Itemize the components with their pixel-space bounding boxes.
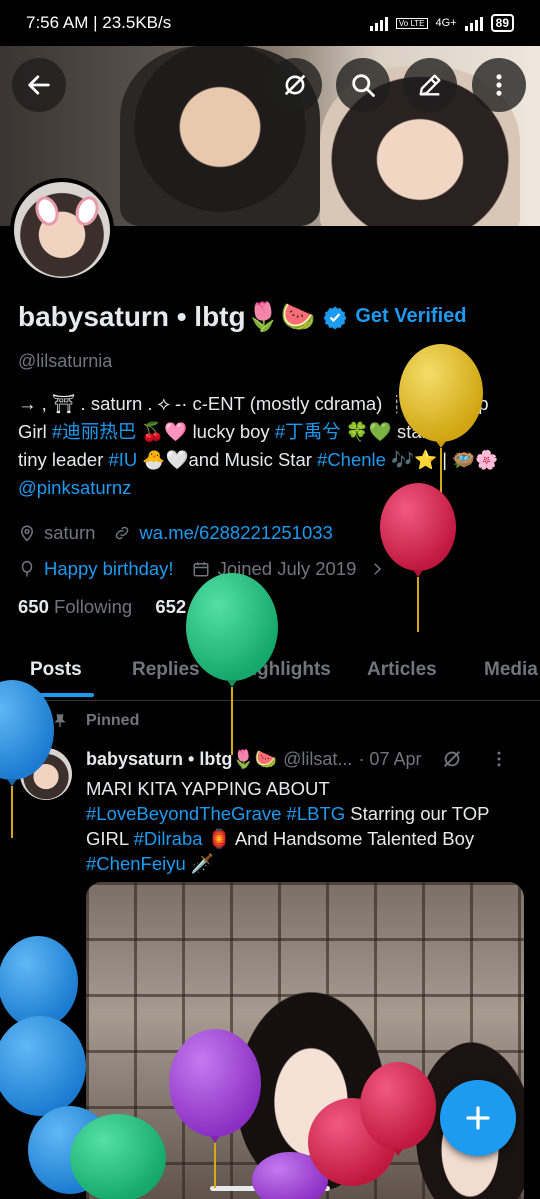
tweet-avatar[interactable] — [20, 748, 72, 800]
grok-button[interactable] — [268, 58, 322, 112]
tab-replies[interactable]: Replies — [132, 659, 200, 681]
pin-icon — [54, 714, 66, 727]
edit-icon — [419, 74, 441, 96]
following-label: Following — [54, 596, 133, 617]
verified-badge-icon[interactable] — [323, 305, 347, 329]
image-person-left — [236, 992, 386, 1192]
tab-articles[interactable]: Articles — [367, 659, 437, 681]
followers-label: Followers — [191, 596, 271, 617]
tweet-date[interactable]: · 07 Apr — [358, 749, 421, 770]
tweet-image[interactable] — [86, 882, 524, 1199]
profile-info: babysaturn • lbtg🌷🍉 Get Verified @lilsat… — [18, 300, 528, 618]
status-time: 7:56 AM | 23.5KB/s — [26, 13, 172, 32]
display-name: babysaturn • lbtg🌷🍉 — [18, 301, 316, 332]
hashtag-link[interactable]: #丁禹兮 — [275, 421, 341, 442]
compose-post-button[interactable] — [440, 1080, 516, 1156]
grok-icon[interactable] — [441, 748, 463, 770]
get-verified-link[interactable]: Get Verified — [355, 305, 466, 328]
tweet-text-line: MARI KITA YAPPING ABOUT — [86, 778, 330, 799]
follow-stats: 650 Following 652 Followers — [18, 596, 528, 618]
tweet-text-line: Starring our TOP — [345, 803, 490, 824]
bio-text: → , ⛩ . saturn . ⟡ ‐· c‐ENT (mostly cdra… — [18, 393, 489, 414]
hashtag-link[interactable]: #Dilraba — [134, 828, 203, 849]
cell-signal-icon — [464, 15, 483, 31]
pinned-indicator: Pinned — [52, 712, 139, 730]
location-icon — [20, 525, 34, 542]
home-indicator[interactable] — [210, 1186, 330, 1191]
search-button[interactable] — [336, 58, 390, 112]
meta-row-2: Happy birthday! Joined July 2019 — [18, 552, 528, 586]
active-tab-indicator — [16, 693, 94, 697]
more-vertical-icon — [496, 74, 502, 96]
profile-avatar[interactable] — [10, 178, 114, 282]
back-button[interactable] — [12, 58, 66, 112]
followers-count: 652 — [155, 596, 187, 617]
tweet-text-line: GIRL — [86, 828, 134, 849]
status-bar: 7:56 AM | 23.5KB/s Vo LTE 4G+ 89 — [0, 0, 540, 46]
tab-posts[interactable]: Posts — [30, 659, 82, 681]
more-button[interactable] — [472, 58, 526, 112]
tweet-author-handle[interactable]: @lilsat... — [283, 749, 352, 770]
bio-text: 🎶⭐ | 🪺🌸 — [385, 449, 499, 470]
status-icons: Vo LTE 4G+ 89 — [369, 14, 514, 32]
joined-date: Joined July 2019 — [217, 558, 357, 579]
website-link[interactable]: wa.me/6288221251033 — [139, 522, 332, 544]
hashtag-link[interactable]: #ChenFeiyu — [86, 853, 186, 874]
user-handle: @lilsaturnia — [18, 351, 113, 371]
mention-link[interactable]: @pinksaturnz — [18, 477, 131, 498]
following-count: 650 — [18, 596, 49, 617]
followers-link[interactable]: 652 Followers — [155, 596, 270, 617]
calendar-icon — [193, 562, 209, 577]
hashtag-link[interactable]: #LBTG — [287, 803, 346, 824]
tweet-text-line: 🏮 And Handsome Talented Boy — [202, 828, 475, 849]
chevron-right-icon[interactable] — [368, 560, 386, 578]
following-link[interactable]: 650 Following — [18, 596, 132, 617]
plus-icon — [466, 1106, 490, 1130]
bunny-ear-right — [71, 193, 103, 229]
search-icon — [352, 74, 375, 97]
tweet[interactable]: babysaturn • lbtg🌷🍉 @lilsat... · 07 Apr … — [86, 748, 526, 876]
tab-media[interactable]: Media — [484, 659, 538, 681]
hashtag-link[interactable]: #IU — [109, 449, 138, 470]
more-vertical-icon[interactable] — [489, 749, 509, 769]
tweet-text: MARI KITA YAPPING ABOUT #LoveBeyondTheGr… — [86, 776, 526, 876]
location-text: saturn — [44, 522, 96, 543]
edit-button[interactable] — [403, 58, 457, 112]
bio-text: 🍒🩷 lucky boy — [136, 421, 275, 442]
tweet-author-name[interactable]: babysaturn • lbtg🌷🍉 — [86, 749, 277, 770]
balloon-blue — [0, 1016, 86, 1116]
name-row: babysaturn • lbtg🌷🍉 Get Verified — [18, 300, 528, 333]
hashtag-link[interactable]: #Chenle — [317, 449, 386, 470]
wifi-signal-icon — [369, 15, 388, 31]
grok-icon — [284, 74, 306, 96]
network-type: 4G+ — [435, 17, 457, 29]
bio-text: 🍀💚 stan for — [340, 421, 459, 442]
meta-row-1: saturn wa.me/6288221251033 — [18, 516, 528, 550]
pinned-label: Pinned — [86, 712, 140, 729]
link-icon — [116, 526, 129, 540]
tab-highlights[interactable]: Highlights — [238, 659, 331, 681]
bio-text: tiny leader — [18, 449, 109, 470]
balloon-icon — [21, 560, 33, 577]
birthday-link[interactable]: Happy birthday! — [44, 558, 174, 580]
tweet-text-line: 🗡️ — [185, 853, 214, 874]
bio-text: Girl — [18, 421, 52, 442]
hashtag-link[interactable]: #迪丽热巴 — [52, 421, 136, 442]
volte-badge: Vo LTE — [395, 17, 428, 29]
arrow-left-icon — [28, 75, 50, 95]
bio-text: 🐣🤍and Music Star — [137, 449, 318, 470]
bunny-ear-left — [31, 193, 63, 229]
balloon-blue — [0, 936, 78, 1028]
bio: → , ⛩ . saturn . ⟡ ‐· c‐ENT (mostly cdra… — [18, 390, 524, 502]
tweet-header: babysaturn • lbtg🌷🍉 @lilsat... · 07 Apr — [86, 748, 526, 770]
hashtag-link[interactable]: #LoveBeyondTheGrave — [86, 803, 281, 824]
battery-icon: 89 — [490, 14, 514, 32]
